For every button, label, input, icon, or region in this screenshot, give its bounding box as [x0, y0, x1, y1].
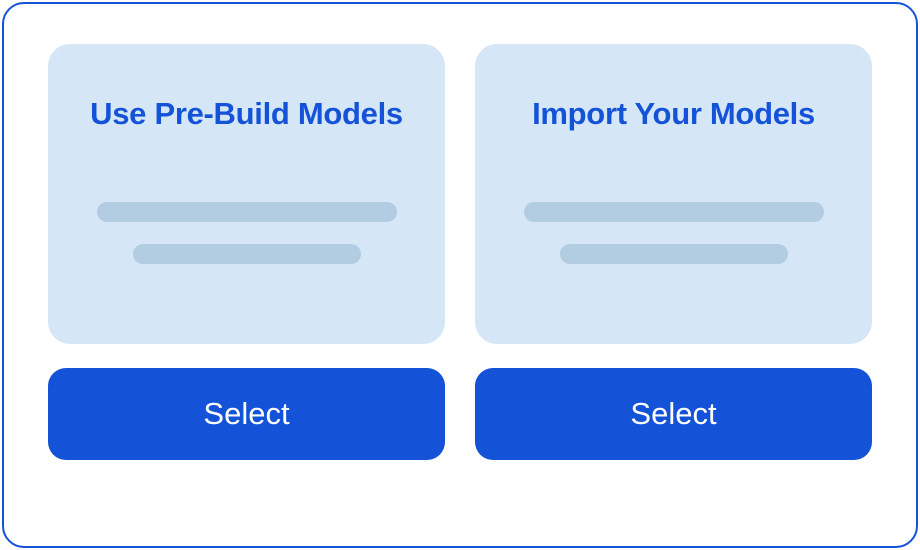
card-prebuilt: Use Pre-Build Models	[48, 44, 445, 344]
model-selection-panel: Use Pre-Build Models Select Import Your …	[2, 2, 918, 548]
card-import-title: Import Your Models	[532, 96, 815, 132]
placeholder-line	[133, 244, 361, 264]
option-prebuilt: Use Pre-Build Models Select	[48, 44, 445, 506]
option-import: Import Your Models Select	[475, 44, 872, 506]
placeholder-line	[97, 202, 397, 222]
card-import: Import Your Models	[475, 44, 872, 344]
placeholder-line	[524, 202, 824, 222]
card-prebuilt-title: Use Pre-Build Models	[90, 96, 403, 132]
select-prebuilt-button[interactable]: Select	[48, 368, 445, 460]
select-import-button[interactable]: Select	[475, 368, 872, 460]
placeholder-line	[560, 244, 788, 264]
